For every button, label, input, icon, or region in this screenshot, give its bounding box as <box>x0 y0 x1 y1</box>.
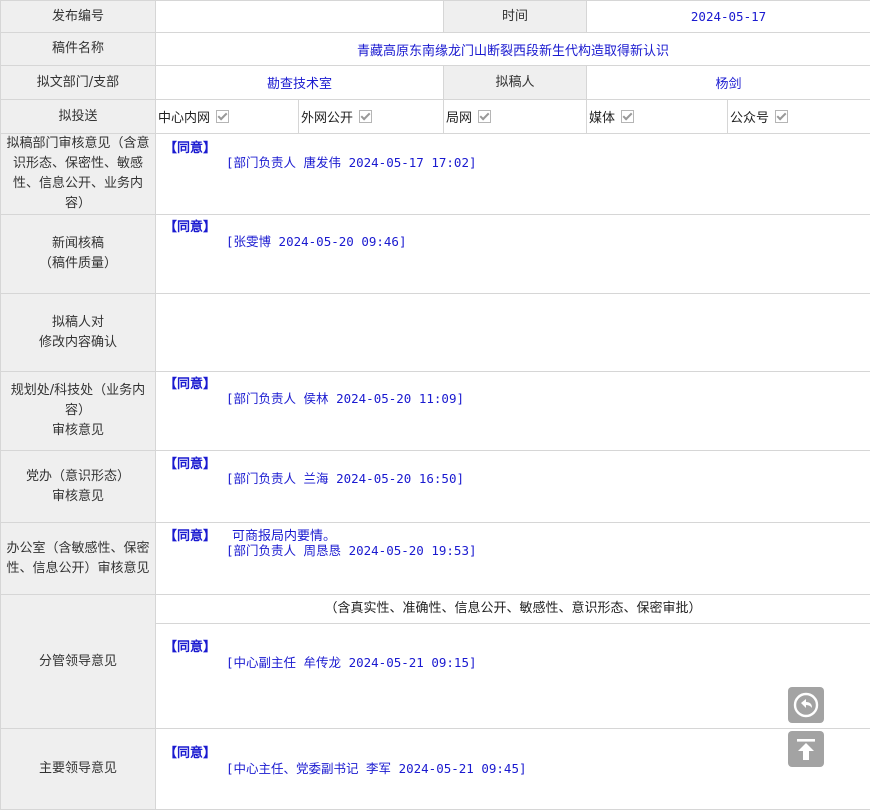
party-label-2: 审核意见 <box>1 487 155 507</box>
target-media-label: 媒体 <box>589 107 615 126</box>
planning-label-2: 审核意见 <box>5 421 151 441</box>
target-intranet-label: 中心内网 <box>158 107 210 126</box>
target-media-checkbox[interactable] <box>621 110 634 123</box>
drafter-label: 拟稿人 <box>444 66 587 100</box>
main-leader-agree: 【同意】 <box>164 742 216 761</box>
target-public-label: 外网公开 <box>301 107 353 126</box>
title-label: 稿件名称 <box>1 33 156 66</box>
scroll-top-button[interactable] <box>788 731 824 767</box>
dept-label: 拟文部门/支部 <box>1 66 156 100</box>
planning-sign: [部门负责人 侯林 2024-05-20 11:09] <box>226 388 464 407</box>
office-agree: 【同意】 <box>164 525 216 544</box>
main-leader-cell: 【同意】 [中心主任、党委副书记 李军 2024-05-21 09:45] <box>156 729 870 810</box>
dept-review-label: 拟稿部门审核意见（含意识形态、保密性、敏感性、信息公开、业务内容） <box>1 134 156 215</box>
office-cell: 【同意】 可商报局内要情。 [部门负责人 周恳恳 2024-05-20 19:5… <box>156 523 870 595</box>
drafter-confirm-label-1: 拟稿人对 <box>1 313 155 333</box>
leader-sign: [中心副主任 牟传龙 2024-05-21 09:15] <box>226 652 477 671</box>
target-wechat-checkbox[interactable] <box>775 110 788 123</box>
planning-label-1: 规划处/科技处（业务内容） <box>5 381 151 421</box>
drafter-confirm-label-2: 修改内容确认 <box>1 333 155 353</box>
drafter-value: 杨剑 <box>587 66 870 100</box>
scroll-to-top-icon <box>792 735 820 763</box>
target-public: 外网公开 <box>299 100 444 134</box>
target-media: 媒体 <box>587 100 728 134</box>
dept-review-agree: 【同意】 <box>164 137 216 156</box>
target-intranet: 中心内网 <box>156 100 299 134</box>
news-review-agree: 【同意】 <box>164 216 216 235</box>
party-label: 党办（意识形态） 审核意见 <box>1 451 156 523</box>
time-label: 时间 <box>444 1 587 33</box>
leader-label: 分管领导意见 <box>1 595 156 729</box>
target-bureau: 局网 <box>444 100 587 134</box>
party-agree: 【同意】 <box>164 453 216 472</box>
party-label-1: 党办（意识形态） <box>1 467 155 487</box>
drafter-confirm-label: 拟稿人对 修改内容确认 <box>1 294 156 372</box>
news-review-cell: 【同意】 [张雯博 2024-05-20 09:46] <box>156 215 870 294</box>
title-value: 青藏高原东南缘龙门山断裂西段新生代构造取得新认识 <box>156 33 870 66</box>
target-bureau-checkbox[interactable] <box>478 110 491 123</box>
news-review-label: 新闻核稿 （稿件质量） <box>1 215 156 294</box>
planning-cell: 【同意】 [部门负责人 侯林 2024-05-20 11:09] <box>156 372 870 451</box>
target-bureau-label: 局网 <box>446 107 472 126</box>
drafter-confirm-cell <box>156 294 870 372</box>
pub-no-label: 发布编号 <box>1 1 156 33</box>
dept-value: 勘查技术室 <box>156 66 444 100</box>
news-review-label-1: 新闻核稿 <box>1 234 155 254</box>
target-intranet-checkbox[interactable] <box>216 110 229 123</box>
office-label: 办公室（含敏感性、保密性、信息公开）审核意见 <box>1 523 156 595</box>
leader-agree: 【同意】 <box>164 636 216 655</box>
dept-review-cell: 【同意】 [部门负责人 唐发伟 2024-05-17 17:02] <box>156 134 870 215</box>
news-review-label-2: （稿件质量） <box>1 254 155 274</box>
pub-no-value <box>156 1 444 33</box>
planning-label: 规划处/科技处（业务内容） 审核意见 <box>1 372 156 451</box>
planning-agree: 【同意】 <box>164 373 216 392</box>
manuscript-approval-form: 发布编号 时间 2024-05-17 稿件名称 青藏高原东南缘龙门山断裂西段新生… <box>0 0 870 810</box>
time-value: 2024-05-17 <box>587 1 870 33</box>
target-public-checkbox[interactable] <box>359 110 372 123</box>
news-review-sign: [张雯博 2024-05-20 09:46] <box>226 231 407 250</box>
dept-review-sign: [部门负责人 唐发伟 2024-05-17 17:02] <box>226 152 477 171</box>
target-wechat: 公众号 <box>728 100 870 134</box>
party-sign: [部门负责人 兰海 2024-05-20 16:50] <box>226 468 464 487</box>
party-cell: 【同意】 [部门负责人 兰海 2024-05-20 16:50] <box>156 451 870 523</box>
back-arrow-icon <box>792 691 820 719</box>
leader-cell: （含真实性、准确性、信息公开、敏感性、意识形态、保密审批） 【同意】 [中心副主… <box>156 595 870 729</box>
main-leader-label: 主要领导意见 <box>1 729 156 810</box>
target-wechat-label: 公众号 <box>730 107 769 126</box>
target-label: 拟投送 <box>1 100 156 134</box>
leader-subheader: （含真实性、准确性、信息公开、敏感性、意识形态、保密审批） <box>156 595 870 624</box>
office-sign: [部门负责人 周恳恳 2024-05-20 19:53] <box>226 540 477 559</box>
back-button[interactable] <box>788 687 824 723</box>
